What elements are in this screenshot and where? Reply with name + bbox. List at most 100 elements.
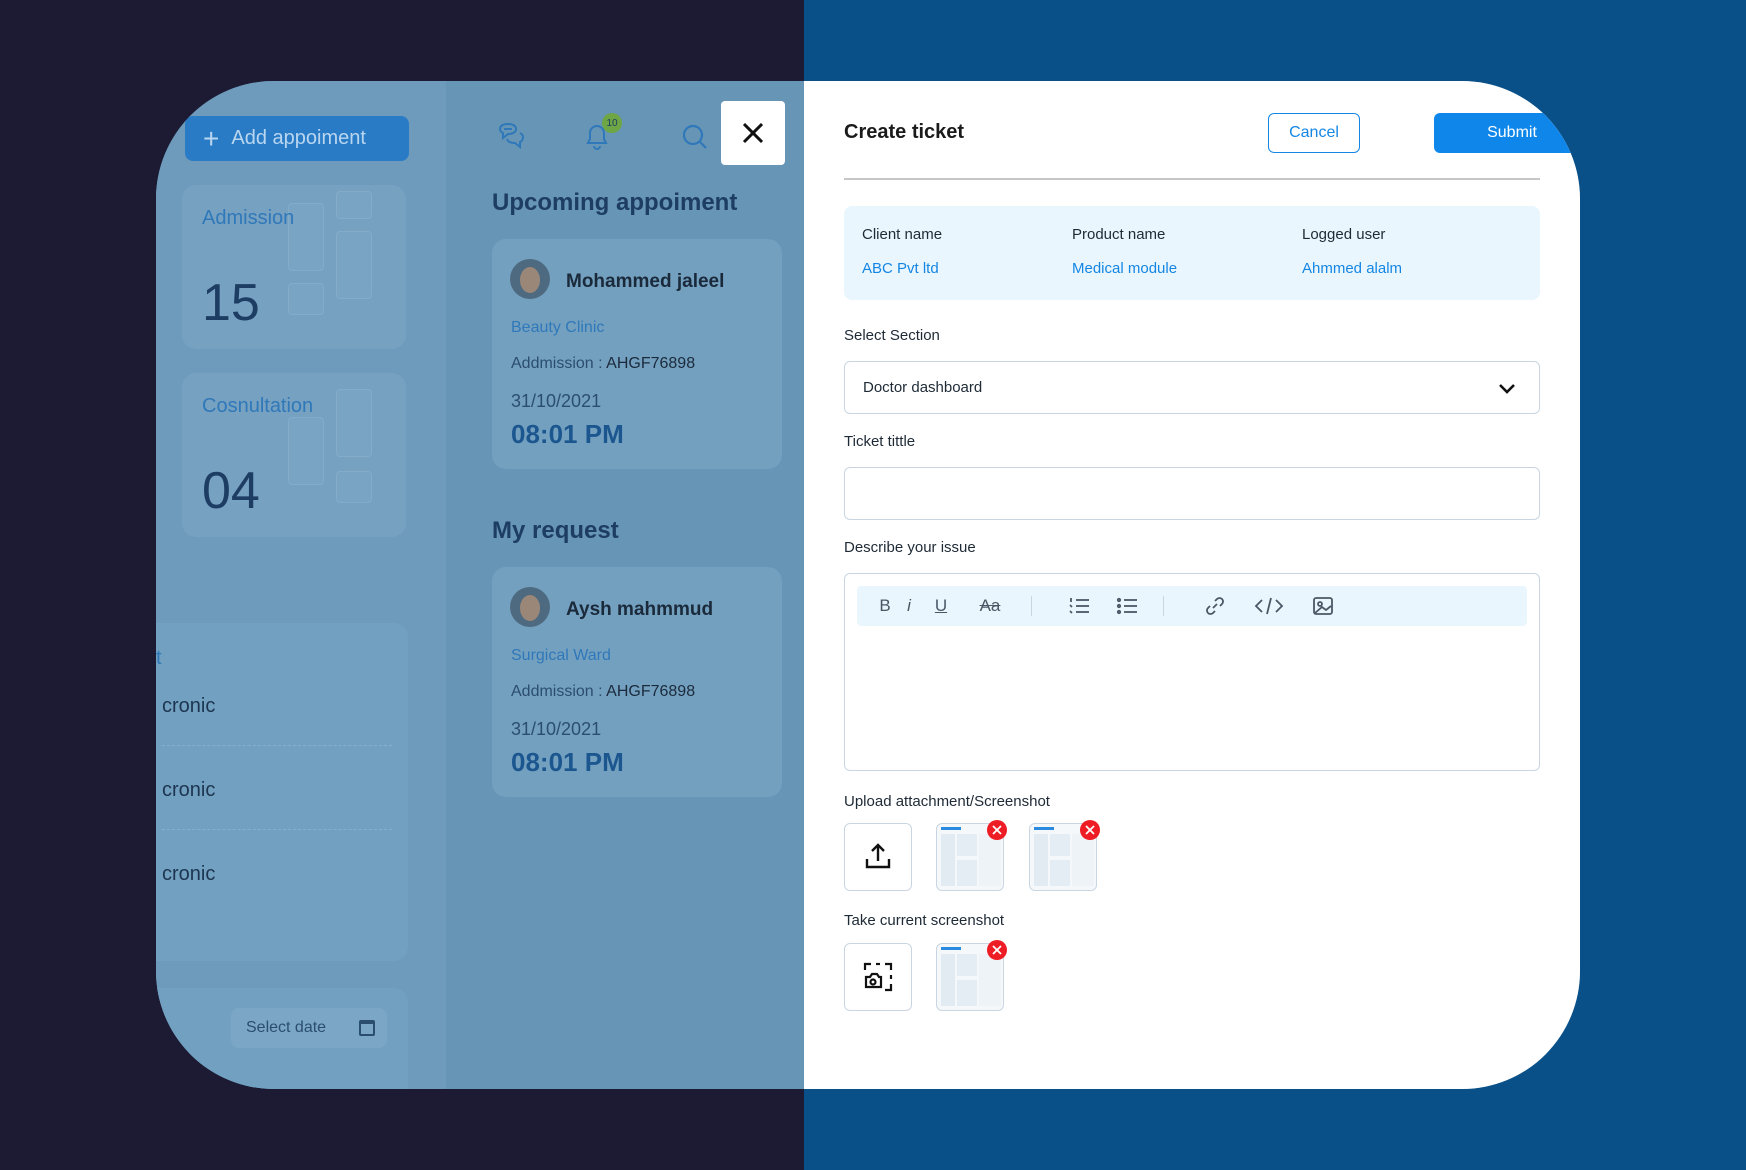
stat-label: Admission <box>202 207 295 229</box>
editor-toolbar: B i U Aa <box>857 586 1527 626</box>
upload-label: Upload attachment/Screenshot <box>844 793 1050 810</box>
department: Surgical Ward <box>511 647 611 664</box>
card-decoration <box>288 417 324 485</box>
appointment-card[interactable]: Mohammed jaleel Beauty Clinic Addmission… <box>492 239 782 469</box>
remove-screenshot-icon[interactable] <box>987 940 1007 960</box>
admission-label: Addmission : <box>511 683 603 700</box>
ticket-title-input[interactable] <box>844 467 1540 520</box>
add-appointment-button[interactable]: + Add appoiment <box>185 116 409 161</box>
list-header: t <box>156 647 162 669</box>
submit-button[interactable]: Submit <box>1434 113 1580 153</box>
section-select[interactable]: Doctor dashboard <box>844 361 1540 414</box>
bell-icon[interactable]: 10 <box>580 113 622 153</box>
screenshot-label: Take current screenshot <box>844 912 1005 929</box>
user-info: Logged user Ahmmed alalm <box>1302 226 1402 277</box>
appointment-date: 31/10/2021 <box>511 391 602 411</box>
select-date-label: Select date <box>246 1019 327 1036</box>
screenshot-thumbnail[interactable] <box>936 940 1007 1011</box>
card-decoration <box>288 283 324 315</box>
avatar <box>510 259 550 299</box>
screenshot-icon <box>863 962 893 992</box>
thumbnail-detail <box>1072 834 1094 886</box>
description-editor[interactable]: B i U Aa <box>844 573 1540 771</box>
product-info: Product name Medical module <box>1072 226 1177 277</box>
bold-button[interactable]: B <box>875 594 895 618</box>
my-request-title: My request <box>492 517 619 544</box>
product-name-label: Product name <box>1072 226 1166 243</box>
patient-name: Mohammed jaleel <box>566 271 725 292</box>
stat-card-admission[interactable]: Admission 15 <box>182 185 406 349</box>
create-ticket-panel: Create ticket Cancel Submit Client name … <box>804 81 1580 1089</box>
panel-title: Create ticket <box>844 121 965 143</box>
divider <box>162 745 392 746</box>
stat-value: 04 <box>202 462 260 520</box>
card-decoration <box>336 471 372 503</box>
select-date-field[interactable]: Select date <box>231 1008 387 1048</box>
ordered-list-icon[interactable] <box>1067 594 1091 618</box>
appointment-date: 31/10/2021 <box>511 719 602 739</box>
divider <box>844 178 1540 180</box>
patient-name: Aysh mahmmud <box>566 599 714 620</box>
calendar-icon <box>359 1020 375 1036</box>
take-screenshot-button[interactable] <box>844 943 912 1011</box>
add-appointment-label: Add appoiment <box>231 127 366 149</box>
toolbar-divider <box>1163 596 1164 616</box>
thumbnail-detail <box>957 860 977 886</box>
thumbnail-detail <box>941 827 961 830</box>
attachment-thumbnail[interactable] <box>1029 820 1100 891</box>
remove-attachment-icon[interactable] <box>987 820 1007 840</box>
code-icon[interactable] <box>1253 594 1285 618</box>
client-info: Client name ABC Pvt ltd <box>862 226 942 277</box>
thumbnail-detail <box>1034 827 1054 830</box>
remove-attachment-icon[interactable] <box>1080 820 1100 840</box>
upload-button[interactable] <box>844 823 912 891</box>
attachment-thumbnail[interactable] <box>936 820 1007 891</box>
underline-button[interactable]: U <box>931 594 951 618</box>
describe-label: Describe your issue <box>844 539 976 556</box>
product-name-value: Medical module <box>1072 260 1178 277</box>
italic-button[interactable]: i <box>901 594 917 618</box>
link-icon[interactable] <box>1203 594 1227 618</box>
bullet-list-icon[interactable] <box>1115 594 1139 618</box>
admission-info: Addmission : AHGF76898 <box>511 355 695 373</box>
cancel-button[interactable]: Cancel <box>1268 113 1360 153</box>
ticket-info-box: Client name ABC Pvt ltd Product name Med… <box>844 206 1540 300</box>
admission-id: AHGF76898 <box>606 683 696 700</box>
thumbnail-detail <box>957 980 977 1006</box>
date-card: Select date <box>156 988 408 1089</box>
thumbnail-detail <box>1050 834 1070 856</box>
toolbar-divider <box>1031 596 1032 616</box>
upcoming-appointment-title: Upcoming appoiment <box>492 189 738 216</box>
avatar <box>510 587 550 627</box>
admission-label: Addmission : <box>511 355 603 372</box>
upload-icon <box>865 843 891 869</box>
dashboard-overlay: + Add appoiment Admission 15 Cosnultatio… <box>156 81 806 1089</box>
list-item[interactable]: cronic <box>162 695 215 718</box>
list-card: t cronic cronic cronic <box>156 623 408 961</box>
appointment-time: 08:01 PM <box>511 419 624 449</box>
thumbnail-detail <box>979 954 1001 1006</box>
section-value: Doctor dashboard <box>863 379 983 396</box>
admission-info: Addmission : AHGF76898 <box>511 683 695 701</box>
close-button[interactable] <box>721 101 785 165</box>
thumbnail-detail <box>957 834 977 856</box>
app-window: + Add appoiment Admission 15 Cosnultatio… <box>156 81 1580 1089</box>
card-decoration <box>336 231 372 299</box>
logged-user-label: Logged user <box>1302 226 1386 243</box>
stat-card-consultation[interactable]: Cosnultation 04 <box>182 373 406 537</box>
client-name-label: Client name <box>862 226 943 243</box>
thumbnail-detail <box>979 834 1001 886</box>
notification-badge: 10 <box>602 113 622 133</box>
card-decoration <box>336 191 372 219</box>
request-card[interactable]: Aysh mahmmud Surgical Ward Addmission : … <box>492 567 782 797</box>
thumbnail-detail <box>941 954 955 1006</box>
image-icon[interactable] <box>1311 594 1335 618</box>
close-icon <box>742 122 764 144</box>
list-item[interactable]: cronic <box>162 779 215 802</box>
ticket-title-label: Ticket tittle <box>844 433 916 450</box>
strikethrough-button[interactable]: Aa <box>975 594 1005 618</box>
plus-icon: + <box>203 122 220 154</box>
list-item[interactable]: cronic <box>162 863 215 886</box>
search-icon[interactable] <box>678 119 712 153</box>
chat-icon[interactable] <box>494 119 528 153</box>
